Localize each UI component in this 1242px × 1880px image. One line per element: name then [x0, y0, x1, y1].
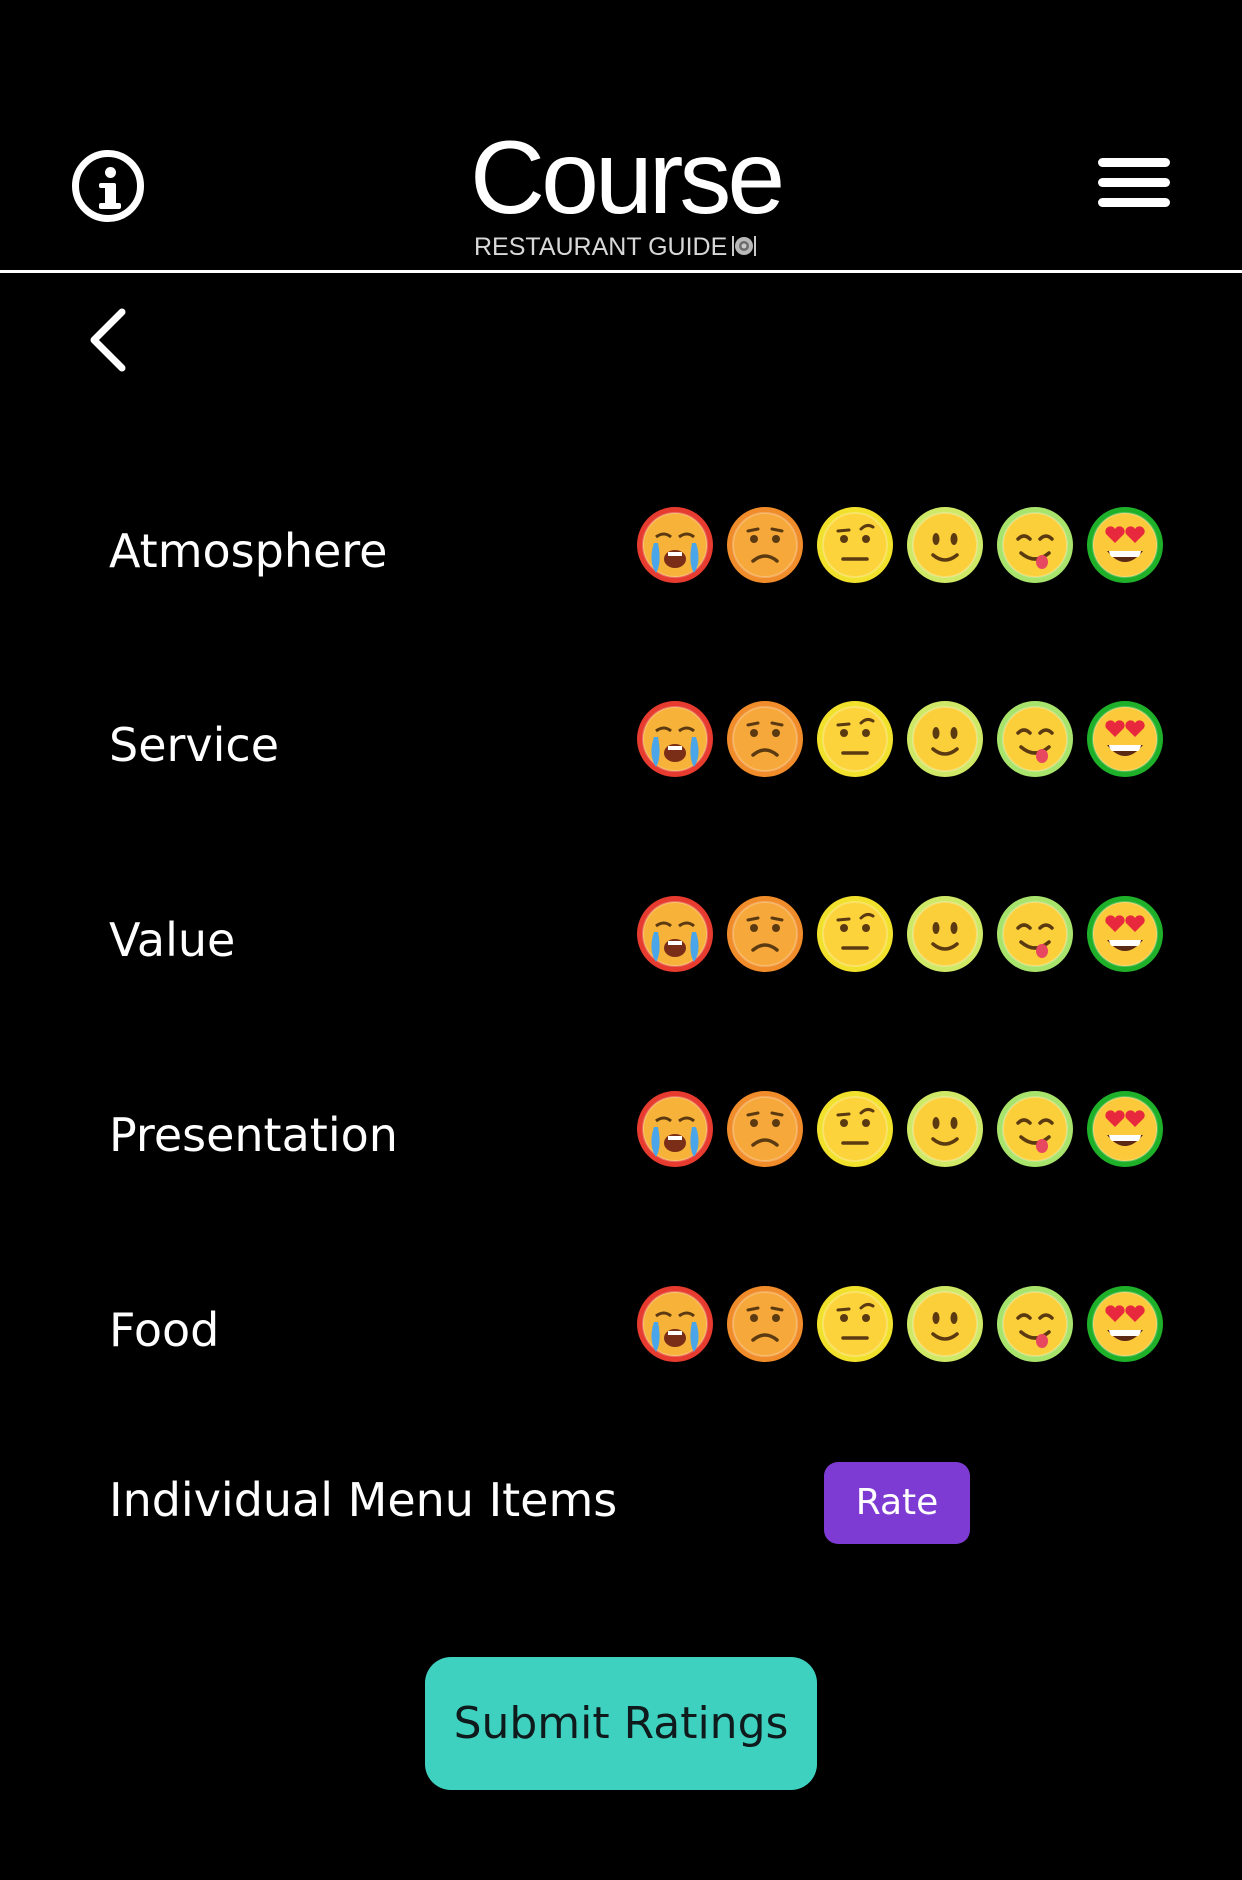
frowning-face-icon[interactable]	[727, 1091, 803, 1167]
category-label: Atmosphere	[109, 524, 388, 578]
face-rating-scale	[637, 507, 1163, 583]
loudly-crying-face-icon[interactable]	[637, 701, 713, 777]
face-savoring-food-icon[interactable]	[997, 1091, 1073, 1167]
loudly-crying-face-icon[interactable]	[637, 896, 713, 972]
smiling-face-with-heart-eyes-icon[interactable]	[1087, 1091, 1163, 1167]
rating-row-atmosphere: Atmosphere	[0, 507, 1242, 597]
submit-ratings-button[interactable]: Submit Ratings	[425, 1657, 817, 1790]
logo-title: Course	[470, 120, 785, 236]
menu-items-row: Individual Menu Items Rate	[0, 1462, 1242, 1544]
loudly-crying-face-icon[interactable]	[637, 1286, 713, 1362]
face-rating-scale	[637, 701, 1163, 777]
rating-row-presentation: Presentation	[0, 1091, 1242, 1181]
category-label: Service	[109, 718, 280, 772]
info-icon[interactable]	[72, 150, 144, 222]
face-with-raised-eyebrow-icon[interactable]	[817, 507, 893, 583]
category-label: Food	[109, 1303, 220, 1357]
face-with-raised-eyebrow-icon[interactable]	[817, 701, 893, 777]
smiling-face-with-heart-eyes-icon[interactable]	[1087, 896, 1163, 972]
hamburger-menu-icon[interactable]	[1098, 158, 1170, 210]
rating-row-service: Service	[0, 701, 1242, 791]
face-savoring-food-icon[interactable]	[997, 896, 1073, 972]
menu-bar-bottom	[1098, 198, 1170, 207]
frowning-face-icon[interactable]	[727, 896, 803, 972]
category-label: Presentation	[109, 1108, 398, 1162]
face-savoring-food-icon[interactable]	[997, 1286, 1073, 1362]
info-dot	[105, 167, 116, 178]
frowning-face-icon[interactable]	[727, 701, 803, 777]
category-label: Value	[109, 913, 236, 967]
menu-bar-top	[1098, 158, 1170, 167]
rating-row-food: Food	[0, 1286, 1242, 1376]
face-with-raised-eyebrow-icon[interactable]	[817, 1286, 893, 1362]
rating-row-value: Value	[0, 896, 1242, 986]
smiling-face-with-heart-eyes-icon[interactable]	[1087, 507, 1163, 583]
smiling-face-with-heart-eyes-icon[interactable]	[1087, 1286, 1163, 1362]
face-with-raised-eyebrow-icon[interactable]	[817, 896, 893, 972]
menu-items-label: Individual Menu Items	[109, 1473, 618, 1527]
app-header: Course RESTAURANT GUIDE	[0, 0, 1242, 274]
plate-cutlery-icon	[732, 236, 757, 256]
rating-screen: Course RESTAURANT GUIDE Atmosphere Servi…	[0, 0, 1242, 1880]
slightly-smiling-face-icon[interactable]	[907, 896, 983, 972]
info-foot	[99, 203, 121, 209]
loudly-crying-face-icon[interactable]	[637, 507, 713, 583]
header-divider	[0, 270, 1242, 273]
face-savoring-food-icon[interactable]	[997, 507, 1073, 583]
smiling-face-with-heart-eyes-icon[interactable]	[1087, 701, 1163, 777]
menu-bar-middle	[1098, 178, 1170, 187]
face-savoring-food-icon[interactable]	[997, 701, 1073, 777]
face-with-raised-eyebrow-icon[interactable]	[817, 1091, 893, 1167]
logo-subtitle: RESTAURANT GUIDE	[474, 232, 774, 262]
face-rating-scale	[637, 1091, 1163, 1167]
face-rating-scale	[637, 896, 1163, 972]
frowning-face-icon[interactable]	[727, 1286, 803, 1362]
frowning-face-icon[interactable]	[727, 507, 803, 583]
course-logo: Course RESTAURANT GUIDE	[470, 120, 785, 262]
loudly-crying-face-icon[interactable]	[637, 1091, 713, 1167]
face-rating-scale	[637, 1286, 1163, 1362]
slightly-smiling-face-icon[interactable]	[907, 507, 983, 583]
chevron-left-icon[interactable]	[82, 306, 138, 374]
slightly-smiling-face-icon[interactable]	[907, 1091, 983, 1167]
rate-menu-items-button[interactable]: Rate	[824, 1462, 970, 1544]
logo-subtitle-text: RESTAURANT GUIDE	[474, 233, 728, 261]
slightly-smiling-face-icon[interactable]	[907, 1286, 983, 1362]
slightly-smiling-face-icon[interactable]	[907, 701, 983, 777]
